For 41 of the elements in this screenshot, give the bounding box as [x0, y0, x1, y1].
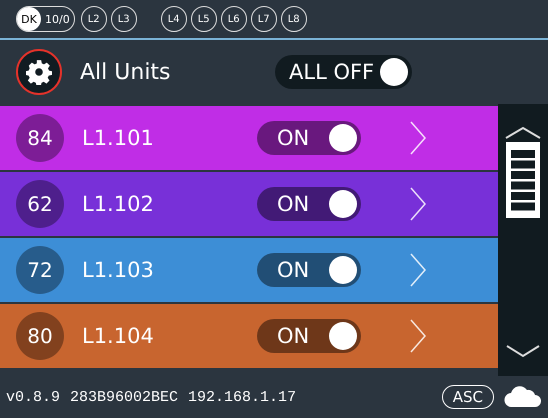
- level-button[interactable]: L5: [190, 6, 217, 32]
- unit-toggle[interactable]: ON: [257, 121, 361, 155]
- mode-selector[interactable]: DK 10/0: [16, 6, 75, 32]
- serial-number: 283B96002BEC: [70, 388, 178, 406]
- settings-button[interactable]: [16, 49, 62, 95]
- section-title: All Units: [80, 60, 172, 84]
- unit-name: L1.102: [82, 192, 155, 216]
- scroll-thumb-drawing[interactable]: [503, 126, 543, 220]
- level-button[interactable]: L2: [80, 6, 107, 32]
- cloud-icon: [504, 386, 542, 408]
- level-button[interactable]: L6: [220, 6, 247, 32]
- all-off-button[interactable]: ALL OFF: [275, 55, 412, 89]
- unit-row[interactable]: 62 L1.102 ON: [0, 172, 498, 236]
- sort-button[interactable]: ASC: [442, 385, 494, 409]
- unit-name: L1.101: [82, 126, 155, 150]
- unit-toggle[interactable]: ON: [257, 187, 361, 221]
- chevron-down-icon[interactable]: [505, 344, 541, 358]
- unit-row[interactable]: 72 L1.103 ON: [0, 238, 498, 302]
- chevron-right-icon: [409, 186, 427, 222]
- version-text: v0.8.9: [6, 388, 60, 406]
- level-button[interactable]: L8: [280, 6, 307, 32]
- ip-address: 192.168.1.17: [188, 388, 296, 406]
- level-button[interactable]: L4: [160, 6, 187, 32]
- chevron-right-icon: [409, 120, 427, 156]
- mode-option[interactable]: 10/0: [41, 7, 74, 31]
- chevron-right-icon: [409, 318, 427, 354]
- unit-number: 84: [16, 114, 64, 162]
- unit-name: L1.104: [82, 324, 155, 348]
- unit-number: 80: [16, 312, 64, 360]
- chevron-right-icon: [409, 252, 427, 288]
- unit-number: 62: [16, 180, 64, 228]
- unit-row[interactable]: 80 L1.104 ON: [0, 304, 498, 368]
- level-button[interactable]: L3: [110, 6, 137, 32]
- level-button[interactable]: L7: [250, 6, 277, 32]
- mode-option[interactable]: DK: [17, 7, 41, 31]
- unit-number: 72: [16, 246, 64, 294]
- unit-toggle[interactable]: ON: [257, 319, 361, 353]
- unit-row[interactable]: 84 L1.101 ON: [0, 106, 498, 170]
- settings-icon: [26, 59, 52, 85]
- unit-name: L1.103: [82, 258, 155, 282]
- unit-toggle[interactable]: ON: [257, 253, 361, 287]
